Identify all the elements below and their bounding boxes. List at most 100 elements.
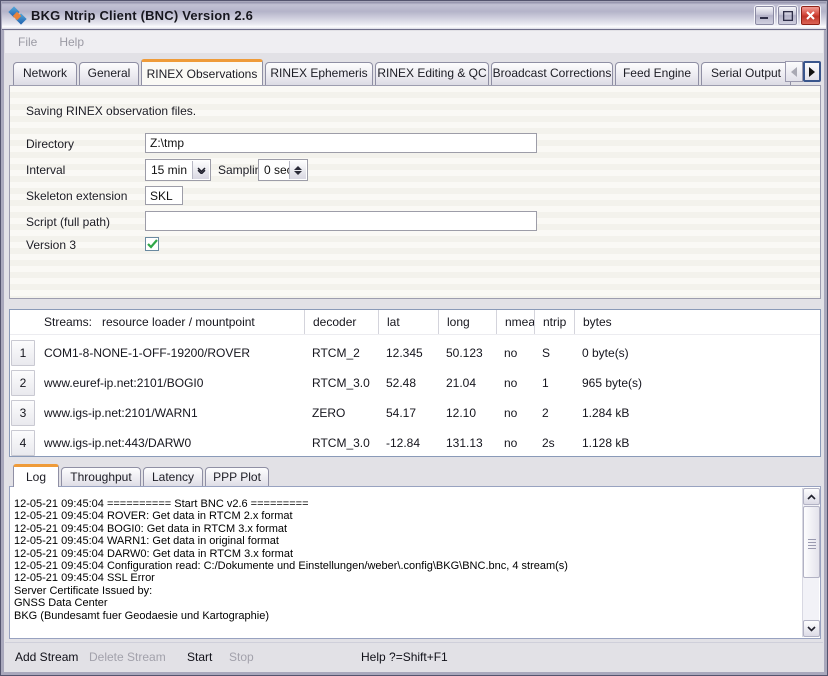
log-line: BKG (Bundesamt fuer Geodaesie und Kartog… (14, 610, 798, 622)
action-bar: Add Stream Delete Stream Start Stop Help… (5, 642, 823, 671)
row-number[interactable]: 1 (11, 340, 35, 366)
scroll-up-button[interactable] (803, 488, 820, 505)
row-number[interactable]: 2 (11, 370, 35, 396)
window-title: BKG Ntrip Client (BNC) Version 2.6 (31, 8, 253, 23)
stop-button: Stop (229, 650, 254, 664)
header-ntrip: ntrip (534, 310, 574, 334)
tab-network[interactable]: Network (13, 62, 77, 85)
row-number[interactable]: 4 (11, 430, 35, 456)
version3-checkbox[interactable] (145, 237, 159, 251)
spinner-arrows-icon[interactable] (289, 161, 306, 179)
chevron-up-icon (807, 494, 816, 500)
directory-input[interactable] (145, 133, 537, 153)
cell-lat: 52.48 (378, 368, 438, 398)
header-decoder: decoder (304, 310, 378, 334)
help-shortcut-label: Help ?=Shift+F1 (361, 650, 448, 664)
interval-value: 15 min (151, 163, 187, 177)
cell-bytes: 965 byte(s) (574, 368, 820, 398)
header-bytes: bytes (574, 310, 820, 334)
tab-scroll-right-button[interactable] (803, 61, 821, 82)
cell-decoder: ZERO (304, 398, 378, 428)
cell-nmea: no (496, 368, 534, 398)
tab-ppp-plot[interactable]: PPP Plot (205, 467, 269, 487)
cell-decoder: RTCM_3.0 (304, 368, 378, 398)
add-stream-button[interactable]: Add Stream (15, 650, 78, 664)
cell-long: 21.04 (438, 368, 496, 398)
chevron-right-icon (809, 67, 815, 77)
script-path-input[interactable] (145, 211, 537, 231)
main-tab-bar: Network General RINEX Observations RINEX… (13, 59, 819, 85)
stream-row-4[interactable]: 4 www.igs-ip.net:443/DARW0 RTCM_3.0 -12.… (10, 428, 820, 458)
tab-log[interactable]: Log (13, 464, 59, 487)
chevron-down-icon (807, 626, 816, 632)
cell-long: 131.13 (438, 428, 496, 458)
tab-feed-engine[interactable]: Feed Engine (615, 62, 699, 85)
maximize-button[interactable] (777, 5, 798, 26)
tab-serial-output[interactable]: Serial Output (701, 62, 791, 85)
header-long: long (438, 310, 496, 334)
stream-row-2[interactable]: 2 www.euref-ip.net:2101/BOGI0 RTCM_3.0 5… (10, 368, 820, 398)
cell-decoder: RTCM_3.0 (304, 428, 378, 458)
header-mountpoint: Streams: resource loader / mountpoint (36, 310, 304, 334)
row-number[interactable]: 3 (11, 400, 35, 426)
minimize-button[interactable] (754, 5, 775, 26)
start-button[interactable]: Start (187, 650, 212, 664)
tab-throughput[interactable]: Throughput (61, 467, 141, 487)
close-button[interactable] (800, 5, 821, 26)
tab-scroll-left-button (785, 61, 803, 82)
interval-label: Interval (26, 163, 65, 177)
log-line: 12-05-21 09:45:04 ROVER: Get data in RTC… (14, 510, 798, 522)
app-icon (9, 8, 27, 24)
log-panel[interactable]: 12-05-21 09:45:04 ========== Start BNC v… (9, 486, 821, 639)
cell-bytes: 0 byte(s) (574, 338, 820, 368)
stream-row-3[interactable]: 3 www.igs-ip.net:2101/WARN1 ZERO 54.17 1… (10, 398, 820, 428)
chevron-left-icon (791, 67, 797, 77)
log-scrollbar[interactable] (802, 488, 819, 637)
cell-ntrip: S (534, 338, 574, 368)
stream-row-1[interactable]: 1 COM1-8-NONE-1-OFF-19200/ROVER RTCM_2 1… (10, 338, 820, 368)
skeleton-extension-input[interactable] (145, 186, 183, 205)
cell-bytes: 1.284 kB (574, 398, 820, 428)
directory-label: Directory (26, 137, 74, 151)
cell-nmea: no (496, 338, 534, 368)
cell-nmea: no (496, 428, 534, 458)
log-text: 12-05-21 09:45:04 ========== Start BNC v… (14, 498, 798, 622)
menu-file[interactable]: File (9, 32, 46, 52)
tab-general[interactable]: General (79, 62, 139, 85)
tab-rinex-ephemeris[interactable]: RINEX Ephemeris (265, 62, 373, 85)
log-line: 12-05-21 09:45:04 ========== Start BNC v… (14, 498, 798, 510)
check-icon (147, 239, 158, 249)
sampling-spinner[interactable]: 0 sec (258, 159, 308, 181)
tab-rinex-editing-qc[interactable]: RINEX Editing & QC (375, 62, 489, 85)
tab-rinex-observations[interactable]: RINEX Observations (141, 59, 263, 85)
header-lat: lat (378, 310, 438, 334)
script-path-label: Script (full path) (26, 215, 110, 229)
log-line: Server Certificate Issued by: (14, 585, 798, 597)
interval-dropdown[interactable]: 15 min (145, 159, 211, 181)
scrollbar-thumb[interactable] (803, 506, 820, 578)
tab-broadcast-corrections[interactable]: Broadcast Corrections (491, 62, 613, 85)
scroll-down-button[interactable] (803, 620, 820, 637)
cell-lat: -12.84 (378, 428, 438, 458)
log-line: 12-05-21 09:45:04 BOGI0: Get data in RTC… (14, 523, 798, 535)
log-line: 12-05-21 09:45:04 SSL Error (14, 572, 798, 584)
cell-ntrip: 2 (534, 398, 574, 428)
skeleton-extension-label: Skeleton extension (26, 189, 127, 203)
log-line: 12-05-21 09:45:04 WARN1: Get data in ori… (14, 535, 798, 547)
cell-mountpoint: www.igs-ip.net:443/DARW0 (36, 428, 304, 458)
cell-ntrip: 2s (534, 428, 574, 458)
cell-long: 12.10 (438, 398, 496, 428)
cell-decoder: RTCM_2 (304, 338, 378, 368)
cell-ntrip: 1 (534, 368, 574, 398)
log-line: 12-05-21 09:45:04 DARW0: Get data in RTC… (14, 548, 798, 560)
rinex-observations-pane: Saving RINEX observation files. Director… (9, 85, 821, 299)
title-bar[interactable]: BKG Ntrip Client (BNC) Version 2.6 (2, 2, 826, 30)
cell-mountpoint: www.igs-ip.net:2101/WARN1 (36, 398, 304, 428)
app-window: BKG Ntrip Client (BNC) Version 2.6 File … (0, 0, 828, 676)
cell-mountpoint: COM1-8-NONE-1-OFF-19200/ROVER (36, 338, 304, 368)
chevron-down-icon[interactable] (192, 161, 209, 179)
tab-latency[interactable]: Latency (143, 467, 203, 487)
log-line: GNSS Data Center (14, 597, 798, 609)
thumb-grip-icon (808, 539, 816, 540)
menu-help[interactable]: Help (50, 32, 93, 52)
